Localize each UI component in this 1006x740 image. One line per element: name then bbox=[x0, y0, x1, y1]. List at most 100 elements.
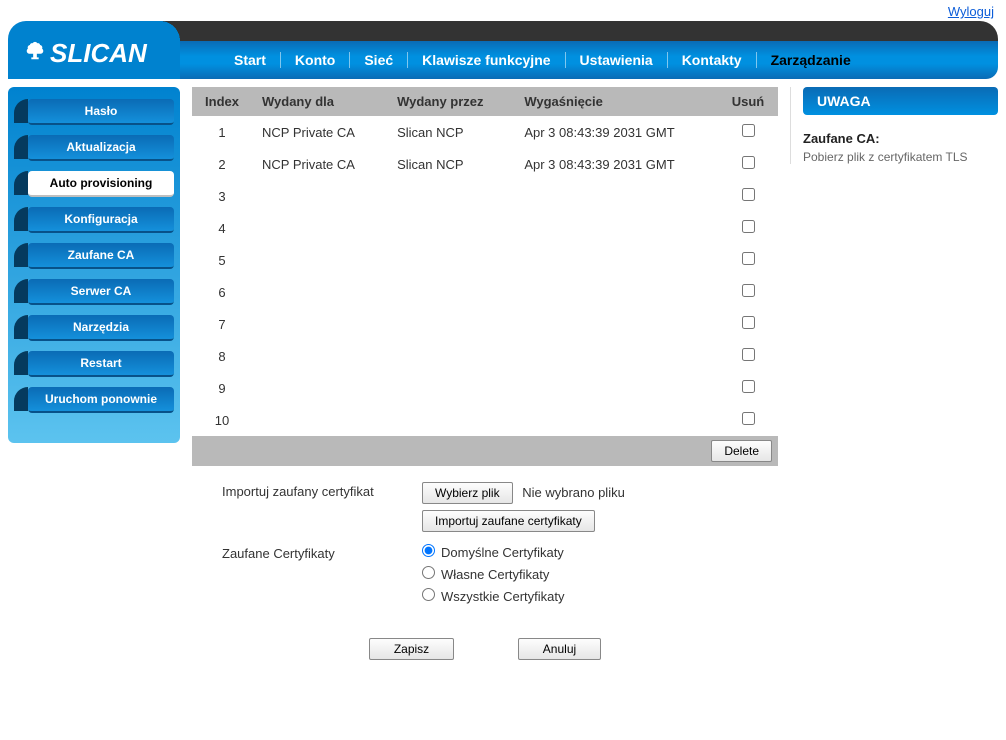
cell-issued_for bbox=[252, 404, 387, 436]
radio-label: Własne Certyfikaty bbox=[441, 567, 549, 582]
sidebar-item-hasło[interactable]: Hasło bbox=[28, 99, 174, 125]
cell-issued_by bbox=[387, 180, 514, 212]
cell-issued_for bbox=[252, 180, 387, 212]
cell-issued_for: NCP Private CA bbox=[252, 148, 387, 180]
table-row: 2NCP Private CASlican NCPApr 3 08:43:39 … bbox=[192, 148, 778, 180]
col-issued-for: Wydany dla bbox=[252, 87, 387, 116]
sidebar: Hasło Aktualizacja Auto provisioning Konfig… bbox=[8, 87, 180, 443]
ca-table: Index Wydany dla Wydany przez Wygaśnięci… bbox=[192, 87, 778, 436]
cell-index: 2 bbox=[192, 148, 252, 180]
cell-index: 7 bbox=[192, 308, 252, 340]
cell-issued_by bbox=[387, 308, 514, 340]
sidebar-item-restart[interactable]: Restart bbox=[28, 351, 174, 377]
cell-index: 6 bbox=[192, 276, 252, 308]
cell-issued_by bbox=[387, 276, 514, 308]
delete-checkbox[interactable] bbox=[742, 380, 755, 393]
table-row: 1NCP Private CASlican NCPApr 3 08:43:39 … bbox=[192, 116, 778, 148]
col-index: Index bbox=[192, 87, 252, 116]
table-row: 6 bbox=[192, 276, 778, 308]
cell-expiration bbox=[514, 212, 718, 244]
cell-index: 9 bbox=[192, 372, 252, 404]
sidebar-item-uruchom-ponownie[interactable]: Uruchom ponownie bbox=[28, 387, 174, 413]
cell-issued_for bbox=[252, 372, 387, 404]
cell-issued_for bbox=[252, 244, 387, 276]
delete-checkbox[interactable] bbox=[742, 316, 755, 329]
help-panel: UWAGA Zaufane CA: Pobierz plik z certyfi… bbox=[790, 87, 998, 164]
cell-issued_for bbox=[252, 308, 387, 340]
delete-checkbox[interactable] bbox=[742, 284, 755, 297]
cell-expiration bbox=[514, 340, 718, 372]
choose-file-button[interactable]: Wybierz plik bbox=[422, 482, 513, 504]
cell-index: 10 bbox=[192, 404, 252, 436]
help-text: Pobierz plik z certyfikatem TLS bbox=[803, 150, 998, 164]
cell-index: 8 bbox=[192, 340, 252, 372]
cell-expiration bbox=[514, 404, 718, 436]
main-panel: Index Wydany dla Wydany przez Wygaśnięci… bbox=[192, 87, 778, 682]
delete-checkbox[interactable] bbox=[742, 348, 755, 361]
cell-issued_by: Slican NCP bbox=[387, 116, 514, 148]
nav-item-sieć[interactable]: Sieć bbox=[350, 52, 408, 68]
help-title: Zaufane CA: bbox=[803, 131, 998, 146]
top-nav: StartKontoSiećKlawisze funkcyjneUstawien… bbox=[180, 41, 998, 79]
nav-item-zarządzanie[interactable]: Zarządzanie bbox=[757, 52, 865, 68]
cell-expiration bbox=[514, 180, 718, 212]
radio-label: Domyślne Certyfikaty bbox=[441, 545, 564, 560]
cancel-button[interactable]: Anuluj bbox=[518, 638, 601, 660]
sidebar-item-serwer-ca[interactable]: Serwer CA bbox=[28, 279, 174, 305]
cell-index: 3 bbox=[192, 180, 252, 212]
trusted-cert-radio[interactable] bbox=[422, 544, 435, 557]
cell-expiration bbox=[514, 308, 718, 340]
trusted-cert-label: Zaufane Certyfikaty bbox=[222, 544, 422, 561]
cell-expiration bbox=[514, 244, 718, 276]
no-file-text: Nie wybrano pliku bbox=[522, 485, 625, 500]
table-row: 4 bbox=[192, 212, 778, 244]
nav-item-konto[interactable]: Konto bbox=[281, 52, 350, 68]
trusted-cert-radio[interactable] bbox=[422, 566, 435, 579]
cell-issued_for bbox=[252, 276, 387, 308]
nav-item-klawisze-funkcyjne[interactable]: Klawisze funkcyjne bbox=[408, 52, 565, 68]
sidebar-item-aktualizacja[interactable]: Aktualizacja bbox=[28, 135, 174, 161]
help-header: UWAGA bbox=[803, 87, 998, 115]
cell-issued_by: Slican NCP bbox=[387, 148, 514, 180]
nav-item-kontakty[interactable]: Kontakty bbox=[668, 52, 757, 68]
trusted-cert-radio[interactable] bbox=[422, 588, 435, 601]
sidebar-item-auto-provisioning[interactable]: Auto provisioning bbox=[28, 171, 174, 197]
cell-expiration: Apr 3 08:43:39 2031 GMT bbox=[514, 148, 718, 180]
delete-checkbox[interactable] bbox=[742, 156, 755, 169]
cell-index: 1 bbox=[192, 116, 252, 148]
col-delete: Usuń bbox=[718, 87, 778, 116]
col-issued-by: Wydany przez bbox=[387, 87, 514, 116]
delete-checkbox[interactable] bbox=[742, 252, 755, 265]
cell-expiration bbox=[514, 276, 718, 308]
cell-issued_by bbox=[387, 244, 514, 276]
nav-item-ustawienia[interactable]: Ustawienia bbox=[566, 52, 668, 68]
cell-issued_by bbox=[387, 372, 514, 404]
cell-expiration: Apr 3 08:43:39 2031 GMT bbox=[514, 116, 718, 148]
delete-checkbox[interactable] bbox=[742, 188, 755, 201]
table-row: 8 bbox=[192, 340, 778, 372]
cell-issued_for: NCP Private CA bbox=[252, 116, 387, 148]
delete-checkbox[interactable] bbox=[742, 124, 755, 137]
table-row: 9 bbox=[192, 372, 778, 404]
delete-button[interactable]: Delete bbox=[711, 440, 772, 462]
logo-area: SLICAN bbox=[8, 21, 180, 79]
delete-checkbox[interactable] bbox=[742, 220, 755, 233]
logout-link[interactable]: Wyloguj bbox=[948, 4, 994, 19]
table-row: 7 bbox=[192, 308, 778, 340]
delete-checkbox[interactable] bbox=[742, 412, 755, 425]
cell-issued_by bbox=[387, 340, 514, 372]
cell-issued_for bbox=[252, 212, 387, 244]
sidebar-item-zaufane-ca[interactable]: Zaufane CA bbox=[28, 243, 174, 269]
sidebar-item-konfiguracja[interactable]: Konfiguracja bbox=[28, 207, 174, 233]
save-button[interactable]: Zapisz bbox=[369, 638, 454, 660]
table-row: 5 bbox=[192, 244, 778, 276]
import-cert-button[interactable]: Importuj zaufane certyfikaty bbox=[422, 510, 595, 532]
sidebar-item-narzędzia[interactable]: Narzędzia bbox=[28, 315, 174, 341]
cell-index: 5 bbox=[192, 244, 252, 276]
brand-text: SLICAN bbox=[50, 38, 147, 69]
cell-issued_for bbox=[252, 340, 387, 372]
radio-label: Wszystkie Certyfikaty bbox=[441, 589, 565, 604]
nav-item-start[interactable]: Start bbox=[220, 52, 281, 68]
import-cert-label: Importuj zaufany certyfikat bbox=[222, 482, 422, 499]
table-row: 3 bbox=[192, 180, 778, 212]
